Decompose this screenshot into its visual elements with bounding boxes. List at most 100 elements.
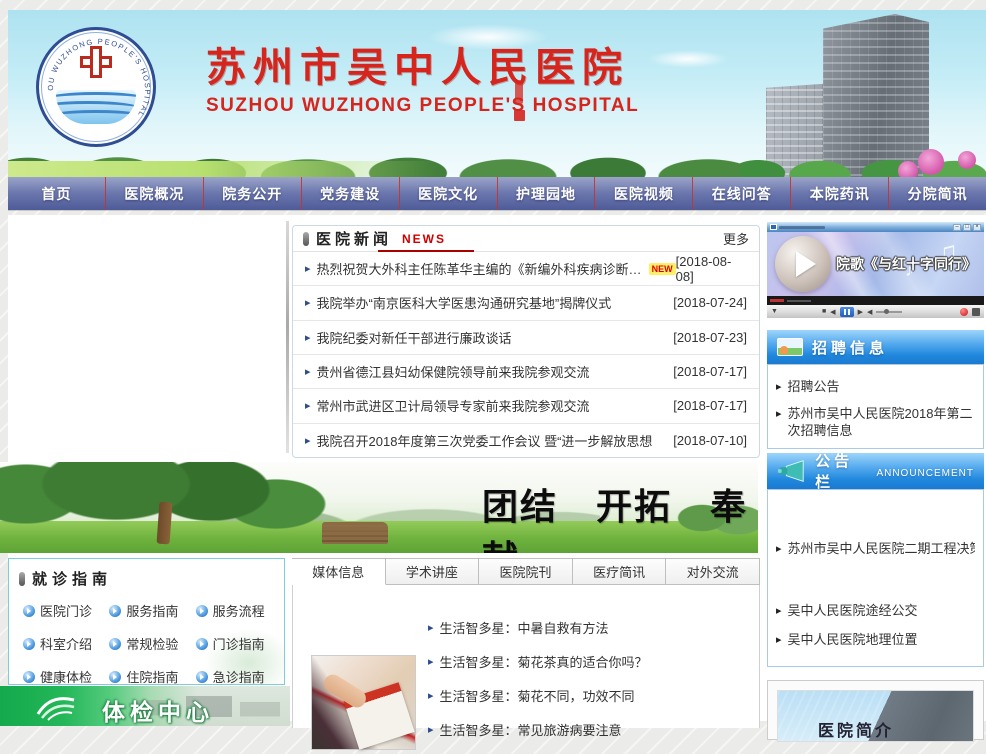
news-item-title: 热烈祝贺大外科主任陈革华主编的《新编外科疾病诊断与治 (317, 259, 644, 278)
nav-item[interactable]: 医院文化 (400, 177, 498, 210)
nav-item[interactable]: 首页 (8, 177, 106, 210)
announcement-header: 公告栏 ANNOUNCEMENT (767, 453, 984, 489)
hospital-name-en: SUZHOU WUZHONG PEOPLE'S HOSPITAL (206, 95, 639, 117)
guide-item[interactable]: 急诊指南 (196, 667, 282, 685)
media-tab[interactable]: 对外交流 (666, 558, 760, 585)
media-item[interactable]: ▸ 生活智多星：菊花茶真的适合你吗？ (428, 652, 751, 671)
media-item[interactable]: ▸ 生活智多星：中暑自救有方法 (428, 618, 751, 637)
minimize-button[interactable]: – (953, 224, 961, 231)
nav-item[interactable]: 院务公开 (204, 177, 302, 210)
media-section: 媒体信息 学术讲座 医院院刊 医疗简讯 对外交流 ▸ 生活智多星：中暑自救有方法… (292, 558, 760, 728)
flower-decoration (918, 149, 944, 175)
guide-item-label: 急诊指南 (213, 667, 265, 685)
arrow-bullet-icon: ▸ (428, 621, 434, 634)
news-item[interactable]: ▸ 贵州省德江县妇幼保健院领导前来我院参观交流 NEW [2018-07-17] (293, 355, 759, 389)
news-section: 医院新闻 NEWS 更多 ▸ 热烈祝贺大外科主任陈革华主编的《新编外科疾病诊断与… (292, 225, 760, 458)
news-item-title: 我院纪委对新任干部进行廉政谈话 (317, 328, 512, 347)
nav-item[interactable]: 党务建设 (302, 177, 400, 210)
nav-item[interactable]: 医院视频 (595, 177, 693, 210)
media-tab[interactable]: 媒体信息 (292, 558, 386, 585)
guide-item[interactable]: 住院指南 (109, 667, 195, 685)
recruit-item[interactable]: ▸ 招聘公告 (776, 378, 975, 396)
news-item-title: 常州市武进区卫计局领导专家前来我院参观交流 (317, 396, 590, 415)
grass-decoration (8, 161, 438, 177)
announcement-item[interactable]: ▸ 吴中人民医院途经公交 (776, 602, 975, 620)
checkup-center-banner[interactable]: 体检中心 (0, 686, 290, 726)
new-badge: NEW (649, 263, 676, 275)
guide-item[interactable]: 常规检验 (109, 634, 195, 653)
media-tab[interactable]: 医疗简讯 (573, 558, 667, 585)
announcement-item[interactable]: ▸ 吴中人民医院地理位置 (776, 631, 975, 649)
hospital-slogan: 团结 开拓 奉献 (482, 478, 758, 553)
recruit-item-text: 招聘公告 (788, 378, 840, 396)
arrow-bullet-icon: ▸ (305, 365, 311, 378)
media-tab-bar: 媒体信息 学术讲座 医院院刊 医疗简讯 对外交流 (292, 558, 760, 585)
announcement-item-text: 苏州市吴中人民医院二期工程决策事 (788, 540, 975, 558)
player-menu-icon[interactable]: ▼ (771, 308, 778, 315)
record-button[interactable] (960, 308, 968, 316)
volume-icon[interactable]: ◀ (867, 308, 872, 316)
media-tab[interactable]: 学术讲座 (386, 558, 480, 585)
guide-item[interactable]: 科室介绍 (23, 634, 109, 653)
cloud-decoration (648, 50, 728, 68)
guide-item[interactable]: 服务流程 (196, 601, 282, 620)
playlist-button[interactable] (972, 308, 980, 316)
announcement-title-en: ANNOUNCEMENT (876, 468, 974, 479)
arrow-bullet-icon: ▸ (776, 407, 782, 440)
maximize-button[interactable]: □ (963, 224, 971, 231)
news-header: 医院新闻 NEWS 更多 (293, 226, 759, 252)
stop-button[interactable]: ■ (822, 308, 826, 315)
guide-item[interactable]: 医院门诊 (23, 601, 109, 620)
guide-item[interactable]: 门诊指南 (196, 634, 282, 653)
media-item-title: 生活智多星：菊花不同，功效不同 (440, 686, 635, 705)
announcement-item[interactable]: ▸ 苏州市吴中人民医院二期工程决策事 (776, 540, 975, 558)
arrow-bullet-icon: ▸ (428, 723, 434, 736)
video-caption: 院歌《与红十字同行》 (836, 254, 976, 274)
recruit-item[interactable]: ▸ 苏州市吴中人民医院2018年第二次招聘信息 (776, 405, 975, 440)
recruit-list: ▸ 招聘公告 ▸ 苏州市吴中人民医院2018年第二次招聘信息 (767, 364, 984, 449)
guide-item[interactable]: 健康体检 (23, 667, 109, 685)
volume-slider[interactable] (876, 311, 902, 313)
news-item[interactable]: ▸ 常州市武进区卫计局领导专家前来我院参观交流 NEW [2018-07-17] (293, 389, 759, 423)
section-bullet-icon (303, 232, 309, 246)
pause-button[interactable] (840, 307, 854, 317)
next-button[interactable]: ▶ (858, 308, 863, 316)
recruit-title: 招聘信息 (812, 337, 888, 358)
site-header: SUZHOU WUZHONG PEOPLE'S HOSPITAL 苏州市吴中人民… (8, 10, 986, 177)
nav-item[interactable]: 医院概况 (106, 177, 204, 210)
news-item[interactable]: ▸ 我院举办“南京医科大学医患沟通研究基地”揭牌仪式 NEW [2018-07-… (293, 286, 759, 320)
previous-button[interactable]: ◀ (830, 308, 835, 316)
arrow-bullet-icon: ▸ (776, 633, 782, 649)
news-item[interactable]: ▸ 热烈祝贺大外科主任陈革华主编的《新编外科疾病诊断与治 NEW [2018-0… (293, 252, 759, 286)
hospital-intro-box[interactable]: 医院简介 (767, 680, 984, 740)
close-button[interactable]: × (973, 224, 981, 231)
guide-item-label: 服务流程 (213, 601, 265, 620)
circle-arrow-icon (23, 671, 35, 683)
nav-item[interactable]: 本院药讯 (791, 177, 889, 210)
media-tab[interactable]: 医院院刊 (479, 558, 573, 585)
news-title: 医院新闻 (316, 228, 392, 249)
bench-decoration (322, 522, 388, 544)
nav-item[interactable]: 在线问答 (693, 177, 791, 210)
media-item-title: 生活智多星：菊花茶真的适合你吗？ (440, 652, 648, 671)
megaphone-icon (777, 459, 805, 483)
guide-item[interactable]: 服务指南 (109, 601, 195, 620)
player-title-text (779, 226, 825, 229)
announcement-item-text: 吴中人民医院途经公交 (788, 602, 918, 620)
news-more-link[interactable]: 更多 (723, 229, 749, 248)
red-cross-icon (80, 46, 112, 78)
nav-item[interactable]: 分院简讯 (889, 177, 986, 210)
nav-item[interactable]: 护理园地 (498, 177, 596, 210)
flower-decoration (898, 161, 918, 177)
bushes-decoration (740, 151, 986, 177)
media-item[interactable]: ▸ 生活智多星：常见旅游病要注意 (428, 720, 751, 739)
play-button[interactable] (775, 236, 831, 292)
site-title: 苏州市吴中人民医院 SUZHOU WUZHONG PEOPLE'S HOSPIT… (206, 46, 639, 117)
guide-item-label: 服务指南 (126, 601, 178, 620)
news-item[interactable]: ▸ 我院召开2018年度第三次党委工作会议 暨“进一步解放思想 NEW [201… (293, 424, 759, 457)
guide-title: 就诊指南 (32, 568, 112, 589)
news-item[interactable]: ▸ 我院纪委对新任干部进行廉政谈话 NEW [2018-07-23] (293, 321, 759, 355)
hospital-name-cn: 苏州市吴中人民医院 (206, 46, 639, 90)
media-item[interactable]: ▸ 生活智多星：菊花不同，功效不同 (428, 686, 751, 705)
circle-arrow-icon (196, 638, 208, 650)
